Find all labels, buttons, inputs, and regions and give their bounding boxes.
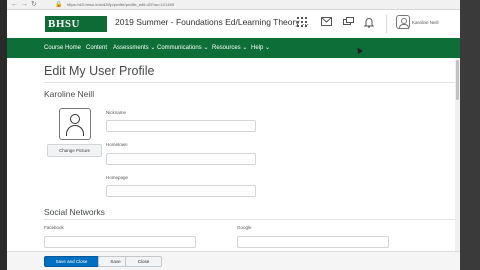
profile-picture-icon	[59, 108, 91, 140]
header-divider	[386, 15, 387, 33]
button-bar: Save and Close Save Close	[7, 251, 460, 270]
back-arrow-icon[interactable]: ←	[11, 1, 18, 9]
mail-icon[interactable]	[320, 17, 332, 29]
video-gutter-left	[0, 0, 7, 270]
scrollbar-thumb[interactable]	[456, 60, 459, 100]
homepage-input[interactable]	[106, 185, 256, 197]
homepage-label: Homepage	[106, 175, 129, 180]
chat-icon[interactable]	[342, 17, 354, 29]
bhsu-logo[interactable]: BHSU	[45, 16, 107, 32]
person-name: Karoline Neill	[44, 89, 95, 99]
nav-resources[interactable]: Resources ⌄	[212, 44, 247, 52]
reload-icon[interactable]: ↻	[31, 1, 37, 9]
facebook-input[interactable]	[44, 236, 196, 248]
nickname-input[interactable]	[106, 120, 256, 132]
lock-icon: 🔒	[55, 2, 63, 8]
section-divider	[44, 219, 460, 220]
nav-content[interactable]: Content	[86, 44, 107, 52]
video-gutter-right	[460, 0, 480, 270]
screen: ← → ↻ 🔒 https://d2l.bhsu.edu/d2l/lp/prof…	[0, 0, 480, 270]
page-title: Edit My User Profile	[44, 64, 155, 78]
top-header: BHSU 2019 Summer - Foundations Ed/Learni…	[7, 10, 460, 38]
forward-arrow-icon[interactable]: →	[21, 1, 28, 9]
google-input[interactable]	[237, 236, 389, 248]
change-picture-button[interactable]: Change Picture	[47, 144, 102, 157]
title-divider	[44, 82, 460, 83]
url-text[interactable]: https://d2l.bhsu.edu/d2l/lp/profile/prof…	[67, 1, 174, 9]
nickname-label: Nickname	[106, 110, 127, 115]
google-label: Google	[237, 225, 252, 230]
bell-icon[interactable]	[363, 17, 375, 29]
nav-assessments[interactable]: Assessments ⌄	[113, 44, 155, 52]
social-networks-heading: Social Networks	[44, 207, 105, 217]
nav-communications[interactable]: Communications ⌄	[157, 44, 208, 52]
close-button[interactable]: Close	[125, 256, 162, 267]
grid-icon[interactable]	[296, 17, 308, 29]
nav-course-home[interactable]: Course Home	[44, 44, 81, 52]
save-and-close-button[interactable]: Save and Close	[44, 256, 99, 267]
hometown-input[interactable]	[106, 153, 256, 165]
facebook-label: Facebook	[44, 225, 64, 230]
course-title[interactable]: 2019 Summer - Foundations Ed/Learning Th…	[115, 17, 309, 27]
hometown-label: Hometown	[106, 142, 128, 147]
nav-help[interactable]: Help ⌄	[251, 44, 270, 52]
user-name[interactable]: Karoline Neill	[412, 20, 439, 25]
course-navbar: Course Home Content Assessments ⌄ Commun…	[7, 38, 460, 58]
browser-address-bar: ← → ↻ 🔒 https://d2l.bhsu.edu/d2l/lp/prof…	[7, 0, 460, 10]
user-avatar-icon[interactable]	[396, 15, 410, 29]
